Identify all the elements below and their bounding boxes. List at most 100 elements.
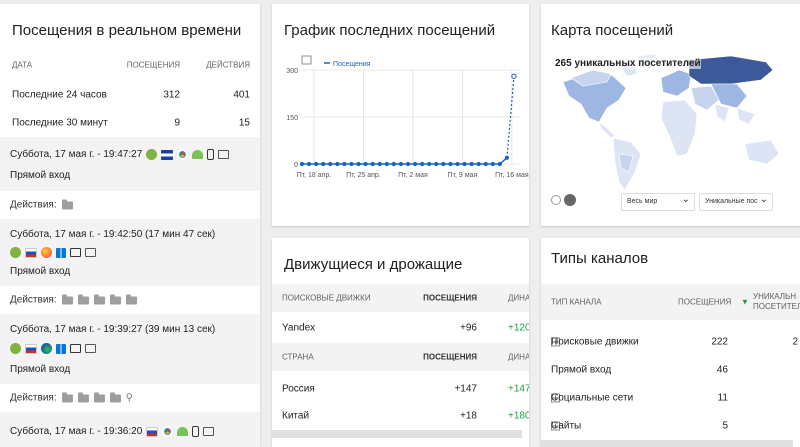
folder-icon[interactable] [77, 294, 89, 304]
data-point [314, 161, 319, 167]
table-row[interactable]: Yandex +96 +120 [272, 314, 529, 342]
data-point [356, 161, 361, 167]
folder-icon[interactable] [77, 392, 89, 402]
data-point [511, 73, 517, 79]
search-icon[interactable]: ⚲ [126, 393, 133, 404]
data-point [405, 161, 411, 167]
flag-russia-icon [146, 426, 159, 437]
visit-time: Суббота, 17 мая г. - 19:39:27 (39 мин 13… [10, 324, 216, 335]
realtime-title: Посещения в реальном времени [12, 22, 242, 39]
data-point [504, 155, 510, 160]
data-point [434, 161, 439, 167]
folder-icon[interactable] [125, 294, 137, 304]
data-point [391, 161, 396, 167]
row-delta: +180 [508, 410, 529, 422]
table-row[interactable]: Последние 30 минут 9 15 [0, 109, 260, 137]
user-icon [10, 343, 21, 354]
edge-icon [41, 343, 52, 354]
data-point [497, 161, 502, 167]
zoom-out-icon[interactable] [551, 195, 561, 205]
row-visits: +18 [460, 410, 477, 422]
horizontal-scrollbar[interactable] [272, 430, 522, 438]
folder-icon[interactable] [109, 392, 121, 402]
table-row[interactable]: Россия +147 +147 [272, 375, 529, 403]
actions-label: Действия: [10, 392, 57, 404]
x-tick-label: Пт, 18 апр. [297, 172, 332, 179]
y-tick-label: 300 [286, 68, 298, 75]
globe-icon[interactable] [564, 194, 576, 206]
sort-desc-icon[interactable]: ▼ [741, 298, 749, 307]
firefox-icon [41, 247, 52, 258]
row-visits: +147 [454, 383, 477, 395]
visit-entry[interactable]: Суббота, 17 мая г. - 19:39:27 (39 мин 13… [0, 314, 260, 384]
row-name: Китай [282, 410, 310, 422]
col-date: ДАТА [12, 60, 33, 70]
row-delta: +147 [508, 383, 529, 395]
legend-label: Посещения [333, 61, 371, 68]
visit-entry[interactable]: Суббота, 17 мая г. - 19:36:20 [0, 412, 260, 447]
table-row[interactable]: Последние 24 часов 312 401 [0, 81, 260, 109]
row-delta: +120 [508, 322, 529, 334]
visits-graph-card: График последних посещений Посещения 0 150… [272, 4, 529, 226]
x-tick-label: Пт, 9 мая [448, 172, 478, 179]
data-point [483, 161, 488, 167]
data-point [349, 161, 354, 167]
row-name: Прямой вход [551, 364, 612, 376]
phone-icon [207, 149, 215, 160]
flag-salvador-icon [161, 149, 174, 160]
row-visits: 46 [716, 364, 728, 376]
card-icon [85, 248, 96, 257]
data-point [370, 161, 375, 167]
visit-actions: Действия: [0, 286, 260, 314]
data-point [398, 161, 404, 167]
visit-source: Прямой вход [10, 364, 71, 375]
col-visits: ПОСЕЩЕНИЯ [423, 293, 477, 303]
series-line [302, 157, 508, 165]
visits-line-chart: Посещения 0 150 300 Пт, 18 апр. Пт, 25 апр. Пт… [286, 55, 529, 179]
row-name: Россия [282, 383, 315, 395]
table-row[interactable]: Поисковые движки 222 2 [541, 328, 800, 356]
col-visits: ПОСЕЩЕНИЯ [126, 60, 180, 70]
phone-icon [192, 426, 200, 437]
visit-actions: Действия: [0, 191, 260, 219]
col-country: СТРАНА [282, 352, 314, 362]
metric-select[interactable]: Уникальные пос [699, 193, 773, 211]
visit-time: Суббота, 17 мая г. - 19:47:27 [10, 149, 143, 160]
col-visits: ПОСЕЩЕНИЯ [678, 297, 732, 307]
table-row[interactable]: Прямой вход 46 [541, 356, 800, 384]
folder-icon[interactable] [61, 294, 73, 304]
user-icon [10, 247, 21, 258]
col-dynamics: ДИНАМ [508, 293, 529, 303]
table-row[interactable]: Социальные сети 11 [541, 384, 800, 412]
row-label: Последние 30 минут [12, 117, 108, 129]
visit-entry[interactable]: Суббота, 17 мая г. - 19:47:27 Прямой вхо… [0, 137, 260, 191]
movers-shakers-card: Движущиеся и дрожащие ПОИСКОВЫЕ ДВИЖКИ П… [272, 238, 529, 447]
folder-icon[interactable] [93, 392, 105, 402]
folder-icon[interactable] [109, 294, 121, 304]
row-visits: 5 [722, 420, 728, 432]
row-actions: 401 [233, 89, 250, 101]
visit-source: Прямой вход [10, 266, 71, 277]
chrome-icon [177, 149, 189, 160]
col-search-engines: ПОИСКОВЫЕ ДВИЖКИ [282, 293, 371, 303]
monitor-icon [70, 248, 81, 257]
region-select[interactable]: Весь мир [621, 193, 695, 211]
data-point [335, 161, 340, 167]
realtime-visits-card: Посещения в реальном времени ДАТА ПОСЕЩЕ… [0, 4, 260, 447]
data-point [420, 161, 425, 167]
visit-entry[interactable]: Суббота, 17 мая г. - 19:42:50 (17 мин 47… [0, 219, 260, 286]
row-visits: 312 [163, 89, 180, 101]
table-row[interactable]: Сайты 5 [541, 412, 800, 440]
data-point [441, 161, 446, 167]
table-row[interactable]: Китай +18 +180 [272, 402, 529, 430]
unique-visitors-label: 265 уникальных посетителей [555, 58, 701, 69]
actions-label: Действия: [10, 199, 57, 211]
channel-types-card: Типы каналов ТИП КАНАЛА ПОСЕЩЕНИЯ ▼ УНИК… [541, 238, 800, 447]
folder-icon[interactable] [93, 294, 105, 304]
data-point [342, 161, 347, 167]
visit-actions: Действия: ⚲ [0, 384, 260, 412]
folder-icon[interactable] [61, 392, 73, 402]
horizontal-scrollbar[interactable] [541, 440, 793, 447]
x-tick-label: Пт, 25 апр. [346, 172, 381, 179]
folder-icon[interactable] [61, 199, 73, 209]
